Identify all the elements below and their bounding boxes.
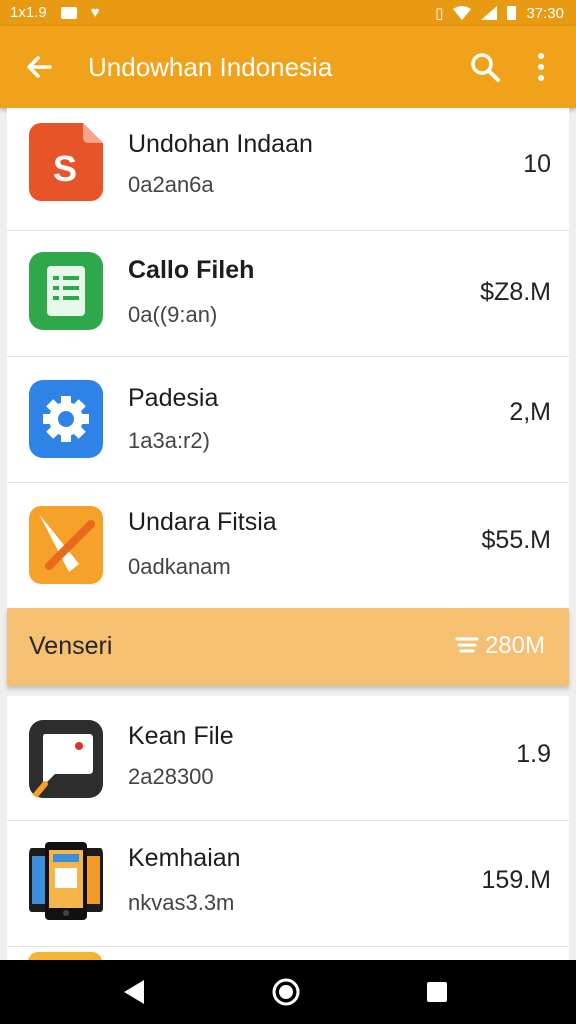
tools-icon [29,506,103,584]
sheets-icon [29,252,103,330]
list-item[interactable]: Kemhaian nkvas3.3m 159.M [7,820,569,947]
item-subtitle: 0adkanam [128,554,231,579]
item-name: Callo Fileh [128,256,255,284]
item-name: Kemhaian [128,844,241,872]
item-size: 10 [523,150,551,178]
item-size: $55.M [481,526,551,554]
list-item[interactable]: Kean File 2a28300 1.9 [7,696,569,821]
storage-icon [455,637,479,653]
item-subtitle: 2a28300 [128,764,214,789]
item-name: Undara Fitsia [128,508,277,536]
item-size: 1.9 [516,740,551,768]
item-subtitle: 0a((9:an) [128,302,218,327]
list-item[interactable]: Undara Fitsia 0adkanam $55.M [7,482,569,609]
notification-icon: ♥ [90,4,100,21]
more-options-icon[interactable] [526,50,556,84]
list-item[interactable]: Callo Fileh 0a((9:an) $Z8.M [7,230,569,357]
status-left-text: 1x1.9 [10,4,47,21]
slides-icon: S [29,123,103,201]
item-name: Kean File [128,722,234,750]
phones-icon [29,842,103,920]
item-name: Undohan Indaan [128,130,313,158]
vibrate-icon: ▯ [435,5,444,22]
app-list-secondary: Kean File 2a28300 1.9 Kemhaian nkvas3.3m… [7,696,569,960]
section-total-value: 280M [484,632,545,659]
item-subtitle: 0a2an6a [128,172,214,197]
chat-icon [29,720,103,798]
section-label: Venseri [29,632,113,660]
list-item[interactable]: Padesia 1a3a:r2) 2,M [7,356,569,483]
page-title: Undowhan Indonesia [88,52,333,82]
item-subtitle: 1a3a:r2) [128,428,210,453]
battery-icon [507,6,517,20]
app-bar: Undowhan Indonesia [0,26,576,108]
settings-icon [29,380,103,458]
svg-text:S: S [53,148,77,189]
app-list: S Undohan Indaan 0a2an6a 10 Callo Fileh … [7,108,569,686]
section-total: 280M [455,632,545,660]
section-header[interactable]: Venseri 280M [7,608,569,686]
item-size: 159.M [481,866,551,894]
back-arrow-icon[interactable] [22,50,56,84]
system-navigation-bar [0,960,576,1024]
status-bar: 1x1.9 ♥ ▯ 37:30 [0,0,576,26]
item-size: 2,M [509,398,551,426]
signal-icon [481,6,498,20]
recents-nav-icon[interactable] [425,980,449,1004]
item-subtitle: nkvas3.3m [128,890,235,915]
back-nav-icon[interactable] [120,978,148,1006]
item-name: Padesia [128,384,219,412]
status-time: 37:30 [526,4,564,22]
home-nav-icon[interactable] [270,976,302,1008]
search-icon[interactable] [468,50,502,84]
item-size: $Z8.M [480,278,551,306]
wifi-icon [453,6,472,20]
list-item[interactable]: S Undohan Indaan 0a2an6a 10 [7,108,569,231]
image-notification-icon [60,6,77,19]
